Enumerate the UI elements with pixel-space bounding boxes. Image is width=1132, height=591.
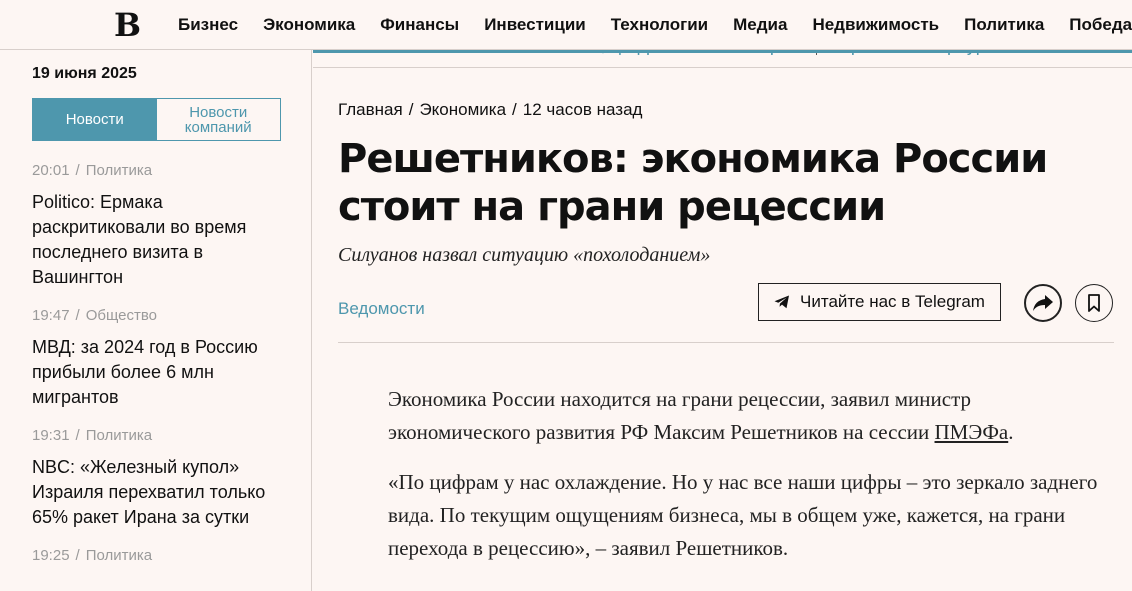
feed-date: 19 июня 2025 [32,65,137,82]
news-time: 19:25 [32,547,70,564]
article: Главная / Экономика / 12 часов назад Решетни… [338,100,1114,582]
nav-menu: Бизнес Экономика Финансы Инвестиции Техн… [178,0,1132,50]
nav-item-technology[interactable]: Технологии [611,15,708,35]
bookmark-button[interactable] [1075,284,1113,322]
breadcrumb-separator: / [408,100,414,119]
list-item[interactable]: 19:31 / Политика NBC: «Железный купол» Изр… [32,427,294,530]
nav-item-economy[interactable]: Экономика [263,15,355,35]
feed-tabs: Новости Новости компаний [32,98,281,141]
news-title[interactable]: МВД: за 2024 год в Россию прибыли более … [32,335,294,410]
nav-item-investments[interactable]: Инвестиции [484,15,586,35]
news-list: 20:01 / Политика Politico: Ермака раскрити… [32,162,294,581]
meta-separator: / [75,547,80,564]
list-item[interactable]: 19:25 / Политика [32,547,294,564]
news-category[interactable]: Политика [86,162,152,179]
article-paragraph: «По цифрам у нас охлаждение. Но у нас вс… [388,470,1098,560]
news-category[interactable]: Политика [86,427,152,444]
nav-item-finance[interactable]: Финансы [380,15,459,35]
news-category[interactable]: Общество [86,307,157,324]
nav-item-realty[interactable]: Недвижимость [812,15,939,35]
strip-accent-bar [313,50,1132,53]
breadcrumb: Главная / Экономика / 12 часов назад [338,100,1114,120]
meta-separator: / [75,162,80,179]
news-meta: 19:47 / Общество [32,307,294,324]
list-item[interactable]: 20:01 / Политика Politico: Ермака раскрити… [32,162,294,290]
spief-link[interactable]: ПМЭФа [935,420,1009,444]
news-meta: 20:01 / Политика [32,162,294,179]
share-button[interactable] [1024,284,1062,322]
tab-company-news-label: Новости компаний [184,103,252,136]
article-headline: Решетников: экономика России стоит на гр… [338,136,1048,230]
news-meta: 19:31 / Политика [32,427,294,444]
news-meta: 19:25 / Политика [32,547,294,564]
paragraph-text: Экономика России находится на грани реце… [388,387,972,444]
bookmark-icon [1088,294,1100,312]
meta-separator: / [75,307,80,324]
telegram-button[interactable]: Читайте нас в Telegram [758,283,1001,321]
news-time: 19:31 [32,427,70,444]
telegram-button-label: Читайте нас в Telegram [800,292,985,311]
paragraph-text-end: . [1008,420,1014,444]
news-feed-sidebar: 19 июня 2025 Новости Новости компаний 20… [0,50,312,591]
article-body: Экономика России находится на грани реце… [338,383,1118,565]
nav-item-victory-80[interactable]: Победа-80 [1069,15,1132,35]
news-title[interactable]: NBC: «Железный купол» Израиля перехватил… [32,455,294,530]
article-subheadline: Силуанов назвал ситуацию «похолоданием» [338,244,711,266]
site-logo[interactable]: В [114,8,141,42]
news-time: 20:01 [32,162,70,179]
top-navigation: В Бизнес Экономика Финансы Инвестиции Те… [0,0,1132,50]
telegram-icon [774,295,790,309]
tab-company-news[interactable]: Новости компаний [156,99,280,140]
article-paragraph: Экономика России находится на грани реце… [388,383,1118,449]
nav-item-business[interactable]: Бизнес [178,15,238,35]
article-source[interactable]: Ведомости [338,299,425,319]
list-item[interactable]: 19:47 / Общество МВД: за 2024 год в Россию… [32,307,294,410]
tab-news[interactable]: Новости [33,99,157,140]
meta-separator: / [75,427,80,444]
news-time: 19:47 [32,307,70,324]
breadcrumb-separator: / [512,100,517,119]
share-icon [1033,295,1053,311]
article-actions: Ведомости Читайте нас в Telegram [338,283,1114,343]
news-title[interactable]: Politico: Ермака раскритиковали во время… [32,190,294,290]
news-category[interactable]: Политика [86,547,152,564]
nav-item-politics[interactable]: Политика [964,15,1044,35]
breadcrumb-time: 12 часов назад [522,100,643,119]
breadcrumb-economy[interactable]: Экономика [419,100,506,119]
breadcrumb-home[interactable]: Главная [338,100,403,119]
nav-item-media[interactable]: Медиа [733,15,787,35]
